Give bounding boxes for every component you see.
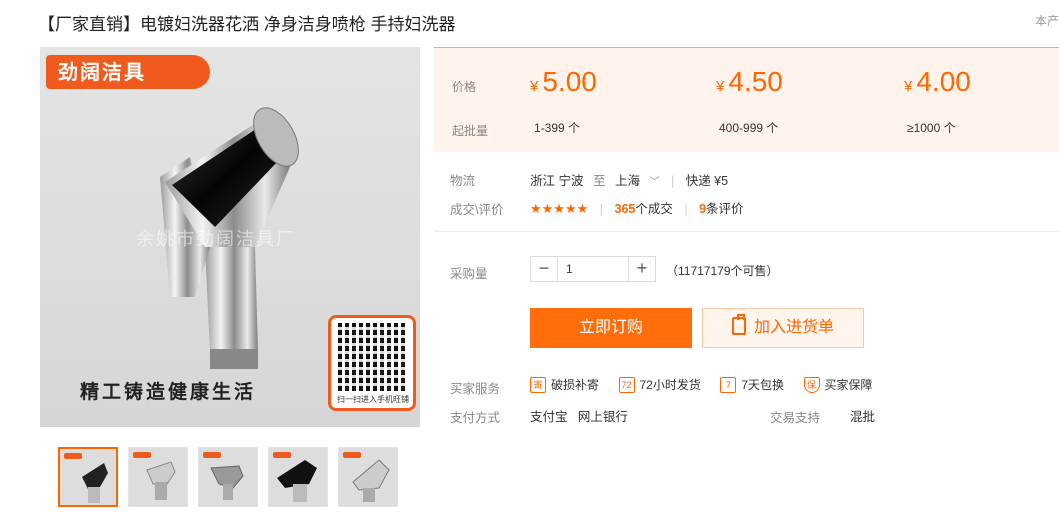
deal-count-link[interactable]: 365个成交 — [615, 202, 673, 216]
qty-tier-3: ≥1000 个 — [907, 121, 956, 135]
thumbnail-2[interactable] — [128, 447, 188, 507]
deals-label: 成交\评价 — [450, 203, 504, 217]
quantity-input[interactable]: 1 — [557, 257, 629, 281]
quantity-stepper: − 1 + — [530, 256, 656, 282]
main-product-image[interactable]: 劲阔洁具 余姚市劲阔洁具厂 精工铸造健康生活 扫一扫进入手机旺铺 — [40, 47, 420, 427]
service-item[interactable]: 寄破损补寄 — [530, 376, 599, 393]
services-label: 买家服务 — [450, 382, 501, 396]
divider — [434, 231, 1059, 232]
service-item[interactable]: 7 7天包换 — [720, 376, 784, 393]
price-tier-2: ¥4.50 — [716, 66, 783, 97]
payment-label: 支付方式 — [450, 411, 501, 425]
minus-button[interactable]: − — [531, 257, 557, 281]
chevron-down-icon: ﹀ — [649, 177, 660, 188]
add-to-cart-button[interactable]: 加入进货单 — [702, 308, 864, 348]
72h-icon: 72 — [618, 376, 635, 393]
price-tier-3: ¥4.00 — [904, 66, 971, 97]
image-watermark: 余姚市劲阔洁具厂 — [136, 229, 296, 249]
deals-info: ★★★★★ | 365个成交 | 9条评价 — [530, 201, 744, 216]
qty-tier-2: 400-999 个 — [719, 121, 779, 135]
payment-methods: 支付宝 网上银行 — [530, 410, 628, 424]
price-tier-1: ¥5.00 — [530, 66, 597, 97]
product-page: 【厂家直销】电镀妇洗器花洒 净身洁身喷枪 手持妇洗器 本产 劲阔洁具 余姚市劲阔… — [0, 0, 1059, 531]
shield-icon: 保 — [803, 376, 820, 393]
buy-now-button[interactable]: 立即订购 — [530, 308, 692, 348]
rating-stars: ★★★★★ — [530, 201, 589, 216]
qty-tier-1: 1-399 个 — [534, 121, 581, 135]
price-label: 价格 — [452, 80, 477, 94]
thumbnail-1[interactable] — [58, 447, 118, 507]
replacement-icon: 寄 — [530, 376, 546, 393]
ship-from: 浙江 宁波 — [530, 174, 584, 188]
service-item[interactable]: 保买家保障 — [803, 376, 873, 393]
trade-support-label: 交易支持 — [770, 411, 821, 425]
price-panel: 价格 起批量 ¥5.00 1-399 个 ¥4.50 400-999 个 ¥4.… — [434, 47, 1059, 152]
stock-text: （11717179个可售） — [666, 264, 779, 278]
shipping-fee: 快递 ¥5 — [685, 174, 729, 188]
qr-caption: 扫一扫进入手机旺铺 — [337, 395, 409, 404]
corner-text: 本产 — [1035, 14, 1059, 28]
service-item[interactable]: 72 72小时发货 — [618, 376, 701, 393]
image-slogan: 精工铸造健康生活 — [80, 381, 257, 403]
clipboard-icon — [731, 314, 746, 335]
product-title: 【厂家直销】电镀妇洗器花洒 净身洁身喷枪 手持妇洗器 — [38, 15, 456, 34]
thumbnail-4[interactable] — [268, 447, 328, 507]
plus-button[interactable]: + — [629, 257, 655, 281]
logistics-info: 浙江 宁波 至 上海 ﹀ | 快递 ¥5 — [530, 174, 729, 188]
ship-to-select[interactable]: 上海 ﹀ — [615, 174, 660, 188]
qr-code-box[interactable]: 扫一扫进入手机旺铺 — [328, 315, 416, 411]
thumbnail-5[interactable] — [338, 447, 398, 507]
thumbnail-3[interactable] — [198, 447, 258, 507]
logistics-label: 物流 — [450, 174, 476, 188]
min-qty-label: 起批量 — [452, 124, 489, 138]
purchase-label: 采购量 — [450, 267, 488, 281]
thumbnail-strip — [58, 447, 398, 507]
services-list: 寄破损补寄 72 72小时发货 7 7天包换 保买家保障 — [530, 376, 889, 393]
trade-support-value: 混批 — [850, 410, 876, 424]
review-count-link[interactable]: 9条评价 — [699, 202, 743, 216]
7day-icon: 7 — [720, 376, 737, 393]
